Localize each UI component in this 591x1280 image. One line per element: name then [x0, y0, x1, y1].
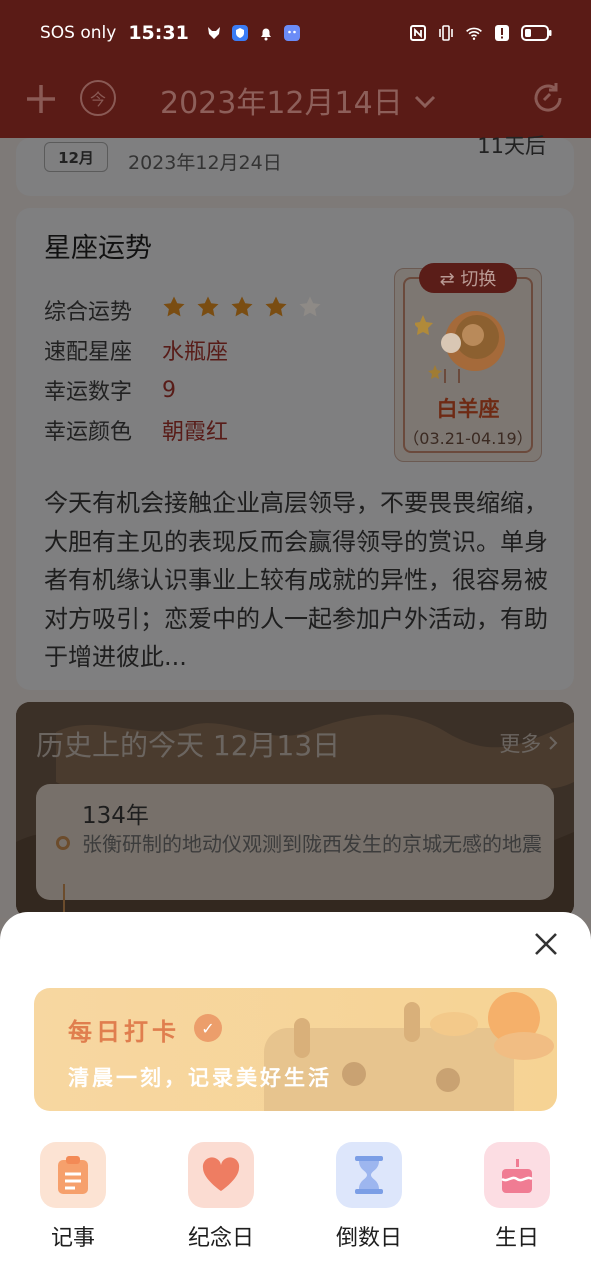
- history-entry[interactable]: 134年 张衡研制的地动仪观测到陇西发生的京城无感的地震: [36, 784, 554, 900]
- hourglass-icon: [336, 1142, 402, 1208]
- lucky-number-value: 9: [162, 377, 176, 403]
- current-date: 2023年12月14日: [160, 86, 403, 121]
- countdown-card[interactable]: 12月 2023年12月24日 11天后: [16, 134, 574, 196]
- status-time: 15:31: [128, 22, 189, 44]
- wifi-icon: [465, 24, 483, 42]
- quick-anniversary-button[interactable]: 纪念日: [166, 1142, 276, 1252]
- chevron-right-icon: [548, 732, 558, 756]
- daily-checkin-banner[interactable]: 每日打卡 ✓ 清晨一刻，记录美好生活: [34, 988, 557, 1111]
- main-content: 12月 2023年12月24日 11天后 星座运势 综合运势 速配星座 水瓶座 …: [0, 134, 591, 918]
- zodiac-range: （03.21-04.19）: [403, 429, 533, 448]
- aries-icon: [413, 295, 523, 391]
- status-bar: SOS only 15:31: [0, 0, 591, 66]
- star-empty-icon: [299, 296, 321, 317]
- overall-luck-label: 综合运势: [44, 300, 133, 325]
- history-year: 134年: [82, 803, 149, 829]
- today-button[interactable]: 今: [80, 80, 116, 116]
- banner-subtitle: 清晨一刻，记录美好生活: [68, 1066, 332, 1090]
- chevron-down-icon: [413, 83, 437, 118]
- quick-birthday-button[interactable]: 生日: [462, 1142, 572, 1252]
- bottom-sheet: 每日打卡 ✓ 清晨一刻，记录美好生活 记事 纪念日 倒数日 生日: [0, 912, 591, 1280]
- match-sign-row: 速配星座 水瓶座: [44, 334, 228, 366]
- history-event: 张衡研制的地动仪观测到陇西发生的京城无感的地震: [82, 832, 542, 856]
- carrier-label: SOS only: [40, 23, 117, 43]
- close-icon[interactable]: [532, 930, 560, 958]
- star-rating: [162, 295, 332, 325]
- star-filled-icon: [231, 296, 253, 317]
- app-icon: [283, 24, 301, 42]
- zodiac-name: 白羊座: [436, 397, 500, 421]
- history-card[interactable]: 历史上的今天 12月13日 更多 134年 张衡研制的地动仪观测到陇西发生的京城…: [16, 702, 574, 918]
- horoscope-title: 星座运势: [44, 233, 152, 264]
- quick-birthday-label: 生日: [494, 1226, 539, 1251]
- history-title: 历史上的今天 12月13日: [36, 729, 341, 762]
- match-sign-label: 速配星座: [44, 340, 133, 365]
- horoscope-card[interactable]: 星座运势 综合运势 速配星座 水瓶座 幸运数字 9 幸运颜色 朝霞红 ⇄ 切换: [16, 208, 574, 690]
- lucky-color-value: 朝霞红: [162, 420, 229, 445]
- vibrate-icon: [437, 24, 455, 42]
- check-icon: ✓: [194, 1014, 222, 1042]
- battery-icon: [521, 24, 553, 42]
- cake-icon: [484, 1142, 550, 1208]
- star-filled-icon: [163, 296, 185, 317]
- fox-icon: [205, 24, 223, 42]
- heart-icon: [188, 1142, 254, 1208]
- more-label: 更多: [499, 732, 542, 756]
- bell-icon: [257, 24, 275, 42]
- star-filled-icon: [265, 296, 287, 317]
- app-bar: 今 2023年12月14日: [0, 66, 591, 138]
- month-badge: 12月: [44, 142, 108, 172]
- plus-icon[interactable]: [24, 82, 58, 116]
- star-filled-icon: [197, 296, 219, 317]
- quick-countdown-button[interactable]: 倒数日: [314, 1142, 424, 1252]
- quick-anniversary-label: 纪念日: [187, 1226, 254, 1251]
- lucky-number-label: 幸运数字: [44, 380, 133, 405]
- today-label: 今: [89, 90, 106, 109]
- overall-luck-row: 综合运势: [44, 294, 332, 326]
- switch-button[interactable]: ⇄ 切换: [419, 263, 517, 293]
- quick-note-button[interactable]: 记事: [18, 1142, 128, 1252]
- date-selector[interactable]: 2023年12月14日: [160, 78, 437, 122]
- quick-note-label: 记事: [50, 1226, 95, 1251]
- quick-countdown-label: 倒数日: [335, 1226, 402, 1251]
- refresh-icon[interactable]: [530, 80, 566, 116]
- alert-icon: [493, 24, 511, 42]
- days-remaining: 11天后: [477, 134, 546, 158]
- more-link[interactable]: 更多: [499, 728, 558, 758]
- shield-icon: [231, 24, 249, 42]
- note-icon: [40, 1142, 106, 1208]
- nfc-icon: [409, 24, 427, 42]
- horoscope-text: 今天有机会接触企业高层领导，不要畏畏缩缩，大胆有主见的表现反而会赢得领导的赏识。…: [44, 489, 548, 671]
- calendar-illustration: [264, 992, 554, 1111]
- event-date: 2023年12月24日: [128, 152, 282, 174]
- banner-title: 每日打卡: [68, 1018, 180, 1046]
- lucky-color-label: 幸运颜色: [44, 420, 133, 445]
- timeline-dot: [56, 836, 70, 850]
- switch-label: ⇄ 切换: [439, 269, 497, 290]
- zodiac-badge[interactable]: ⇄ 切换 白羊座 （03.21-04.19）: [394, 263, 542, 462]
- lucky-number-row: 幸运数字 9: [44, 374, 176, 406]
- match-sign-value: 水瓶座: [162, 340, 229, 365]
- lucky-color-row: 幸运颜色 朝霞红: [44, 414, 228, 446]
